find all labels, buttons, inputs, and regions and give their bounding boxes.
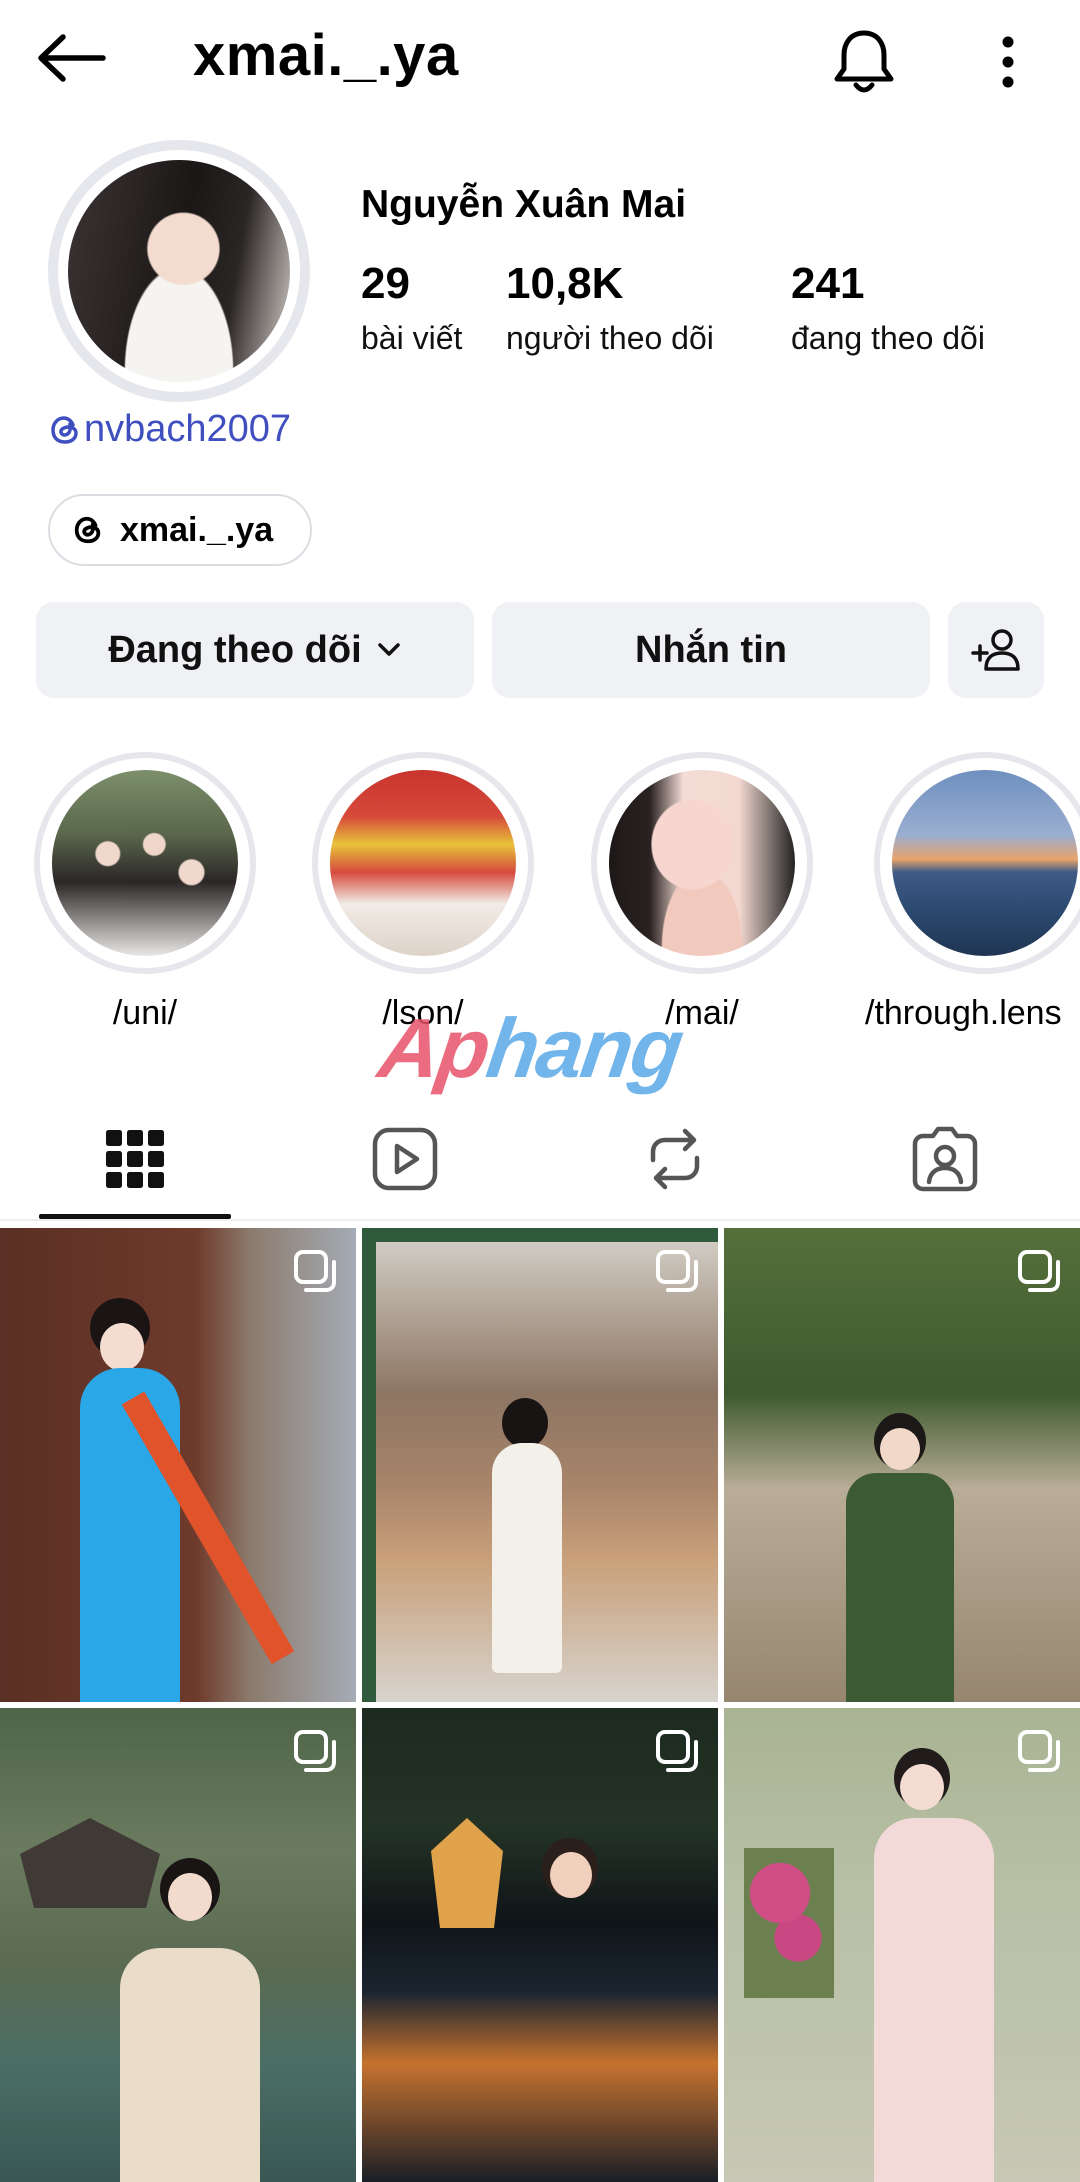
post-thumbnail[interactable] [0,1228,356,1702]
suggest-people-button[interactable] [948,602,1044,698]
message-button[interactable]: Nhắn tin [492,602,930,698]
highlight-mai[interactable]: /mai/ [587,752,817,1033]
stat-following[interactable]: 241 đang theo dõi [791,262,985,357]
highlight-uni[interactable]: /uni/ [30,752,260,1033]
highlight-label: /through.lens [865,994,1062,1032]
tab-posts-grid[interactable] [0,1100,270,1218]
threads-badge-label: xmai._.ya [120,510,274,549]
tabs-divider [0,1219,1080,1221]
message-button-label: Nhắn tin [635,628,787,671]
highlight-label: /uni/ [112,994,178,1032]
notifications-button[interactable] [828,22,900,102]
threads-badge-button[interactable]: xmai._.ya [48,494,312,566]
chevron-down-icon [377,643,400,656]
followers-label: người theo dõi [506,320,714,356]
highlight-cover-image [892,770,1078,956]
tab-reposts[interactable] [540,1100,810,1218]
tagged-person-icon [912,1126,978,1192]
post-thumbnail[interactable] [362,1708,718,2182]
post-thumbnail[interactable] [0,1708,356,2182]
multiple-photos-icon [294,1730,336,1772]
bell-icon [834,30,894,93]
multiple-photos-icon [294,1250,336,1292]
multiple-photos-icon [656,1250,698,1292]
avatar[interactable] [48,140,310,402]
threads-profile-link[interactable]: nvbach2007 [48,408,291,451]
post-thumbnail[interactable] [362,1228,718,1702]
following-count: 241 [791,259,865,308]
followers-count: 10,8K [506,259,624,308]
threads-handle-text: nvbach2007 [84,408,292,450]
multiple-photos-icon [656,1730,698,1772]
reels-icon [372,1127,438,1191]
post-thumbnail[interactable] [724,1708,1080,2182]
stat-posts[interactable]: 29 bài viết [361,262,462,357]
highlight-cover-image [52,770,238,956]
highlight-cover-image [609,770,795,956]
add-person-icon [971,629,1020,671]
highlight-cover-image [330,770,516,956]
back-arrow-icon [38,34,106,82]
display-name: Nguyễn Xuân Mai [361,183,687,226]
highlight-through-lens[interactable]: /through.lens [865,752,1080,1033]
repost-icon [650,1128,700,1190]
multiple-photos-icon [1018,1250,1060,1292]
grid-icon [106,1130,164,1188]
posts-count: 29 [361,259,410,308]
stat-followers[interactable]: 10,8K người theo dõi [506,262,714,357]
back-button[interactable] [34,26,110,90]
following-dropdown-button[interactable]: Đang theo dõi [36,602,474,698]
tab-tagged[interactable] [810,1100,1080,1218]
watermark-logo: Aphang [373,1001,688,1095]
multiple-photos-icon [1018,1730,1060,1772]
tab-reels[interactable] [270,1100,540,1218]
following-button-label: Đang theo dõi [108,628,362,671]
avatar-image [68,160,290,382]
more-vertical-icon [1002,36,1014,88]
top-bar: xmai._.ya [0,0,1080,120]
posts-label: bài viết [361,320,463,356]
more-options-button[interactable] [985,26,1031,98]
threads-icon [51,415,78,444]
post-thumbnail[interactable] [724,1228,1080,1702]
following-label: đang theo dõi [791,320,985,356]
profile-username-title: xmai._.ya [193,23,459,88]
threads-icon [74,516,101,544]
highlight-lson[interactable]: /lson/ [308,752,538,1033]
active-tab-indicator [39,1214,231,1219]
